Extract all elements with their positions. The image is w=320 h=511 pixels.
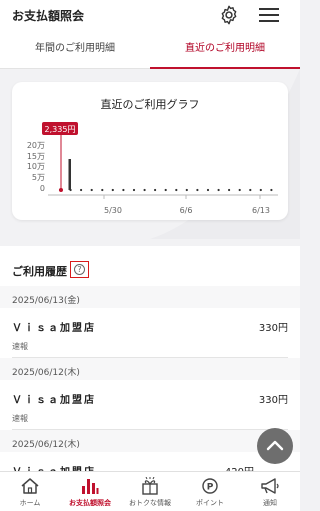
y-tick-label: 15万: [27, 152, 45, 161]
daily-value-dot: [175, 188, 178, 192]
gear-icon[interactable]: [218, 4, 240, 26]
tab-recent-statement[interactable]: 直近のご利用明細: [150, 30, 300, 68]
megaphone-icon: [261, 478, 279, 494]
transaction-status: 速報: [12, 342, 28, 351]
app-header: お支払額照会: [0, 0, 300, 30]
transaction-date: 2025/06/13(金): [12, 296, 80, 306]
nav-label: ホーム: [19, 499, 41, 507]
bar-chart-icon: [82, 479, 99, 494]
highlight-point: [59, 188, 63, 192]
transaction-amount: 330円: [258, 323, 288, 334]
daily-value-dot: [111, 188, 114, 192]
daily-value-dot: [206, 188, 210, 192]
daily-value-dot: [270, 188, 273, 192]
daily-value-dot: [164, 188, 167, 192]
usage-history-title: ご利用履歴: [12, 265, 67, 278]
help-button[interactable]: ?: [70, 261, 89, 278]
daily-value-dot: [132, 188, 136, 192]
usage-graph-card: 直近のご利用グラフ 20万 15万 10万 5万 0 5/30 6/6 6/13…: [12, 82, 288, 220]
daily-value-dot: [101, 188, 104, 192]
page-title: お支払額照会: [12, 9, 85, 23]
tab-annual-statement[interactable]: 年間のご利用明細: [0, 30, 150, 68]
daily-value-dot: [122, 188, 125, 192]
daily-value-dot: [249, 188, 252, 192]
nav-notifications[interactable]: 通知: [240, 472, 300, 511]
scroll-to-top-button[interactable]: [257, 428, 293, 464]
point-icon: P: [202, 478, 218, 494]
daily-value-dot: [185, 188, 188, 192]
nav-label: 通知: [263, 499, 277, 507]
bottom-navigation: ホーム お支払額照会 おトクな情報 P ポイント 通知: [0, 471, 300, 511]
daily-value-dot: [217, 188, 220, 192]
nav-label: ポイント: [196, 499, 224, 507]
daily-value-dot: [154, 188, 157, 192]
y-tick-label: 10万: [27, 162, 45, 171]
nav-home[interactable]: ホーム: [0, 472, 60, 511]
transaction-date: 2025/06/12(木): [12, 440, 80, 450]
usage-history-section: ご利用履歴 ? 2025/06/13(金) Ｖｉｓａ加盟店 330円 速報 20…: [0, 246, 300, 478]
nav-label: お支払額照会: [69, 499, 111, 507]
y-tick-label: 0: [40, 184, 45, 193]
tab-bar: 年間のご利用明細 直近のご利用明細: [0, 30, 300, 69]
x-tick-label: 6/6: [180, 206, 193, 215]
daily-value-dot: [238, 188, 241, 192]
daily-value-dot: [80, 188, 83, 192]
svg-text:P: P: [207, 483, 214, 493]
transaction-amount: 330円: [258, 395, 288, 406]
merchant-name[interactable]: Ｖｉｓａ加盟店: [12, 319, 96, 334]
y-tick-label: 20万: [27, 141, 45, 150]
usage-chart: 20万 15万 10万 5万 0 5/30 6/6 6/13 2,335円: [27, 122, 278, 215]
nav-payment-inquiry[interactable]: お支払額照会: [60, 472, 120, 511]
home-icon: [21, 478, 39, 494]
daily-value-dot: [259, 188, 262, 192]
gift-icon: [142, 477, 158, 495]
y-tick-label: 5万: [32, 173, 45, 182]
data-dots: [58, 188, 273, 192]
transaction-date: 2025/06/12(木): [12, 368, 80, 378]
hamburger-menu-icon[interactable]: [258, 5, 280, 25]
transaction-status: 速報: [12, 414, 28, 423]
chart-bar: [68, 159, 71, 190]
daily-value-dot: [143, 188, 146, 192]
x-tick-label: 5/30: [104, 206, 122, 215]
daily-value-dot: [90, 188, 93, 192]
nav-deals[interactable]: おトクな情報: [120, 472, 180, 511]
daily-value-dot: [196, 188, 199, 192]
merchant-name[interactable]: Ｖｉｓａ加盟店: [12, 391, 96, 406]
question-circle-icon: ?: [74, 264, 85, 275]
chevron-up-icon: [266, 440, 284, 451]
x-tick-label: 6/13: [252, 206, 270, 215]
highlight-tooltip-label: 2,335円: [45, 125, 76, 134]
nav-points[interactable]: P ポイント: [180, 472, 240, 511]
nav-label: おトクな情報: [129, 499, 171, 507]
daily-value-dot: [228, 188, 231, 192]
